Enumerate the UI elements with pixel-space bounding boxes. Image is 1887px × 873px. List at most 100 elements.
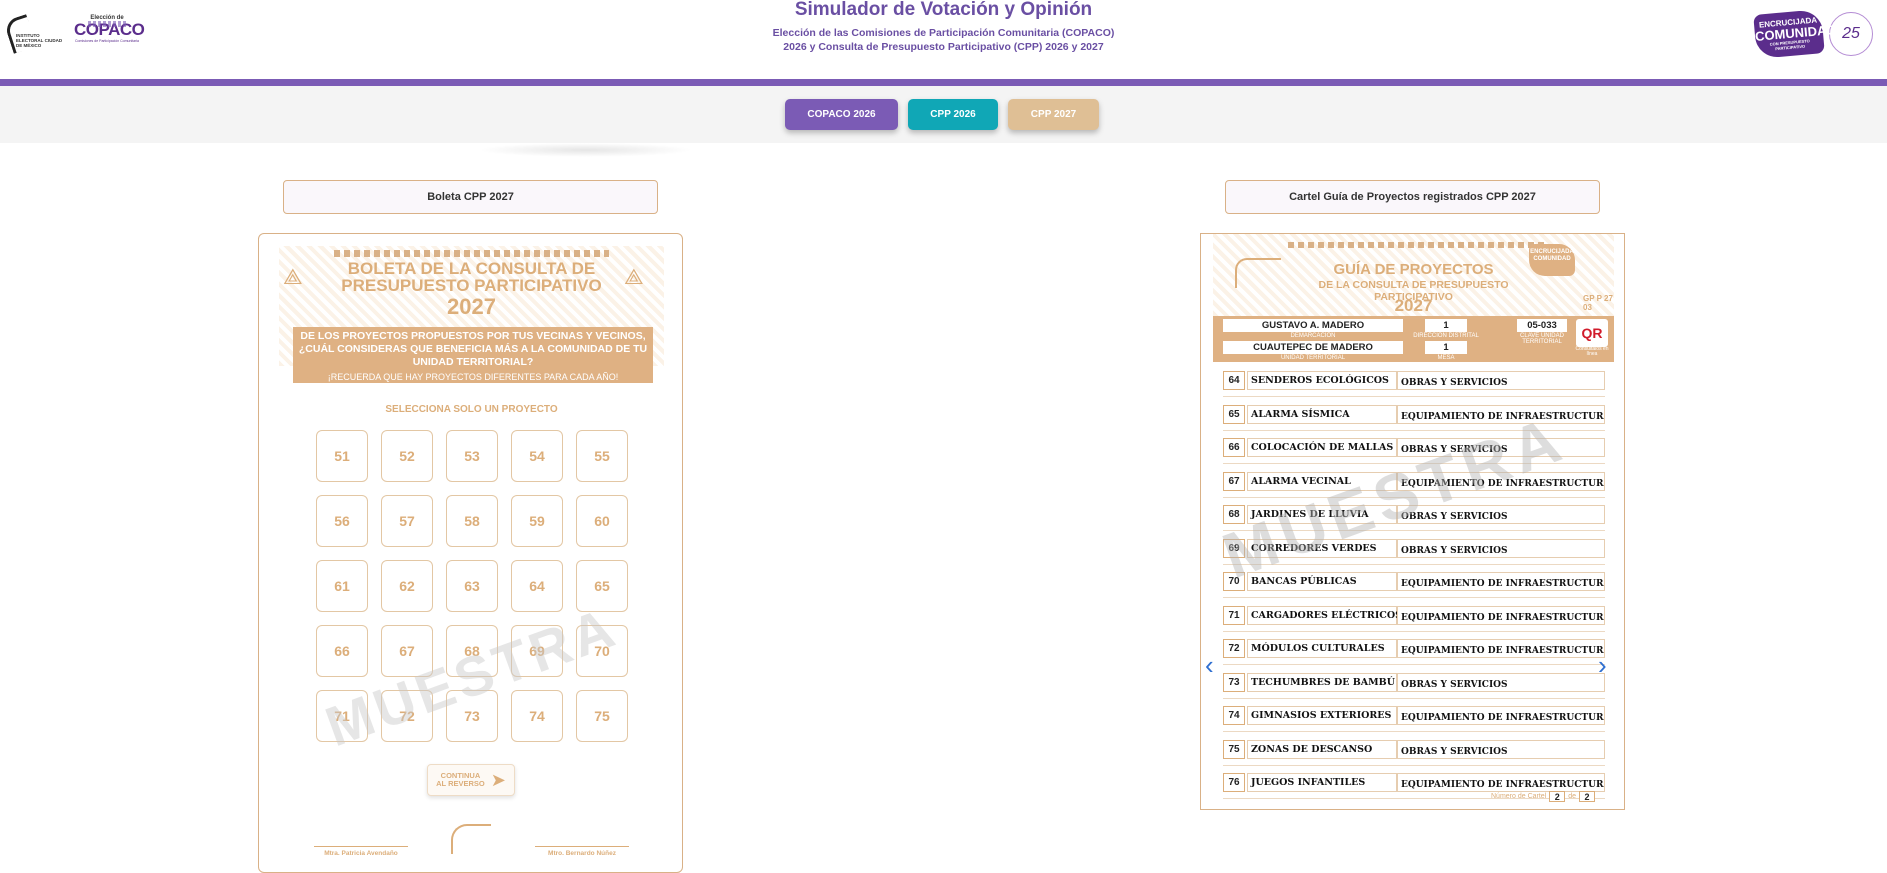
ballot-option-57[interactable]: 57 — [381, 495, 433, 547]
project-category: OBRAS Y SERVICIOS — [1397, 438, 1605, 457]
project-number: 64 — [1223, 371, 1245, 390]
signature-left: Mtra. Patricia Avendaño — [314, 846, 408, 857]
project-row: 73 TECHUMBRES DE BAMBÚ OBRAS Y SERVICIOS — [1221, 669, 1609, 703]
guide-location-info: GUSTAVO A. MADERO DEMARCACIÓN CUAUTEPEC … — [1213, 316, 1614, 362]
ballot-option-56[interactable]: 56 — [316, 495, 368, 547]
ballot-option-68[interactable]: 68 — [446, 625, 498, 677]
project-category: EQUIPAMIENTO DE INFRAESTRUCTURA — [1397, 404, 1605, 424]
row-divider — [1223, 764, 1605, 766]
project-row: 67 ALARMA VECINAL EQUIPAMIENTO DE INFRAEST… — [1221, 468, 1609, 502]
clave-label: CLAVE UNIDAD TERRITORIAL — [1520, 333, 1564, 345]
ballot-reminder: ¡RECUERDA QUE HAY PROYECTOS DIFERENTES P… — [327, 372, 619, 382]
project-name: CARGADORES ELÉCTRICOS — [1247, 605, 1402, 625]
tab-bar: COPACO 2026 CPP 2026 CPP 2027 — [0, 86, 1887, 143]
ballot-option-65[interactable]: 65 — [576, 560, 628, 612]
ballot-options-grid: 51 52 53 54 55 56 57 58 59 60 61 62 63 6… — [316, 430, 628, 742]
tab-cpp-2026[interactable]: CPP 2026 — [908, 99, 998, 130]
ballot-option-69[interactable]: 69 — [511, 625, 563, 677]
project-name: SENDEROS ECOLÓGICOS — [1247, 371, 1397, 390]
guide-header: ENCRUCIJADA COMUNIDAD GUÍA DE PROYECTOS … — [1213, 234, 1614, 316]
project-category: EQUIPAMIENTO DE INFRAESTRUCTURA — [1397, 572, 1605, 591]
mesa-value: 1 — [1425, 341, 1467, 354]
row-divider — [1223, 396, 1605, 397]
row-divider — [1223, 664, 1605, 665]
ballot-option-52[interactable]: 52 — [381, 430, 433, 482]
project-number: 75 — [1223, 739, 1245, 759]
project-row: 64 SENDEROS ECOLÓGICOS OBRAS Y SERVICIOS — [1221, 367, 1609, 401]
qr-label: Consúltalos en línea — [1575, 346, 1609, 357]
guide-code-line2: 03 — [1583, 303, 1592, 312]
ballot-option-72[interactable]: 72 — [381, 690, 433, 742]
project-row: 71 CARGADORES ELÉCTRICOS EQUIPAMIENTO DE I… — [1221, 602, 1609, 636]
ballot-option-64[interactable]: 64 — [511, 560, 563, 612]
project-name: COLOCACIÓN DE MALLAS — [1247, 438, 1397, 457]
chevron-left-icon[interactable]: ‹ — [1205, 652, 1214, 678]
project-number: 70 — [1223, 572, 1245, 591]
project-name: ZONAS DE DESCANSO — [1247, 739, 1397, 759]
page-title: Simulador de Votación y Opinión — [794, 0, 1093, 20]
ballot-option-66[interactable]: 66 — [316, 625, 368, 677]
ballot-option-71[interactable]: 71 — [316, 690, 368, 742]
ballot-option-62[interactable]: 62 — [381, 560, 433, 612]
project-number: 71 — [1223, 605, 1245, 625]
ballot-title-line1: BOLETA DE LA CONSULTA DE — [347, 259, 596, 278]
ballot-option-55[interactable]: 55 — [576, 430, 628, 482]
ballot-option-61[interactable]: 61 — [316, 560, 368, 612]
continue-reverse-button[interactable]: CONTINUA AL REVERSO ➤ — [427, 764, 515, 796]
project-row: 70 BANCAS PÚBLICAS EQUIPAMIENTO DE INFRAES… — [1221, 568, 1609, 602]
ballot-option-67[interactable]: 67 — [381, 625, 433, 677]
qr-icon[interactable]: QR — [1576, 319, 1608, 347]
project-row: 66 COLOCACIÓN DE MALLAS OBRAS Y SERVICIOS — [1221, 434, 1609, 468]
project-number: 65 — [1223, 404, 1245, 424]
ballot-option-74[interactable]: 74 — [511, 690, 563, 742]
ballot-title-line2: PRESUPUESTO PARTICIPATIVO — [341, 276, 602, 295]
ballot-option-75[interactable]: 75 — [576, 690, 628, 742]
poster-number-label: Número de Cartel — [1491, 793, 1547, 800]
project-category: OBRAS Y SERVICIOS — [1397, 739, 1605, 759]
ballot-iecm-logo-icon — [451, 824, 491, 854]
project-category: OBRAS Y SERVICIOS — [1397, 371, 1605, 390]
encrucijada-logo: ENCRUCIJADA COMUNIDAD CON PRESUPUESTO PA… — [1753, 9, 1836, 59]
project-number: 74 — [1223, 706, 1245, 725]
ballot-option-58[interactable]: 58 — [446, 495, 498, 547]
guide-footer: Número de Cartel 2 de 2 — [1491, 791, 1596, 802]
project-category: EQUIPAMIENTO DE INFRAESTRUCTURA — [1397, 605, 1605, 625]
ballot-option-54[interactable]: 54 — [511, 430, 563, 482]
greca-pattern-icon — [1288, 242, 1548, 248]
ballot-option-51[interactable]: 51 — [316, 430, 368, 482]
project-number: 66 — [1223, 438, 1245, 457]
row-divider — [1223, 530, 1605, 531]
guide-card: ENCRUCIJADA COMUNIDAD GUÍA DE PROYECTOS … — [1200, 233, 1625, 810]
continue-line2: AL REVERSO — [436, 779, 485, 788]
tab-cpp-2027[interactable]: CPP 2027 — [1008, 99, 1099, 130]
clave-value: 05-033 — [1517, 319, 1567, 332]
row-divider — [1223, 630, 1605, 632]
mesa-label: MESA — [1437, 355, 1455, 361]
page-subtitle: Elección de las Comisiones de Participac… — [0, 26, 1887, 54]
ballot-option-60[interactable]: 60 — [576, 495, 628, 547]
project-category: OBRAS Y SERVICIOS — [1397, 538, 1605, 558]
poster-page-of: de — [1568, 793, 1577, 800]
tab-copaco-2026[interactable]: COPACO 2026 — [785, 99, 898, 130]
guide-subtitle-line1: DE LA CONSULTA DE PRESUPUESTO — [1318, 279, 1509, 291]
header: INSTITUTO ELECTORAL CIUDAD DE MÉXICO Ele… — [0, 0, 1887, 79]
demarcacion-value: GUSTAVO A. MADERO — [1223, 319, 1403, 332]
ballot-option-70[interactable]: 70 — [576, 625, 628, 677]
project-name: GIMNASIOS EXTERIORES — [1247, 706, 1397, 725]
row-divider — [1223, 429, 1605, 431]
subtitle-line-2: 2026 y Consulta de Presupuesto Participa… — [783, 41, 1104, 53]
ballot-option-53[interactable]: 53 — [446, 430, 498, 482]
project-row: 75 ZONAS DE DESCANSO OBRAS Y SERVICIOS — [1221, 736, 1609, 770]
demarcacion-label: DEMARCACIÓN — [1290, 333, 1336, 339]
distrito-label: DIRECCIÓN DISTRITAL — [1413, 333, 1479, 339]
ballot-option-59[interactable]: 59 — [511, 495, 563, 547]
chevron-right-icon[interactable]: › — [1598, 652, 1607, 678]
ballot-option-73[interactable]: 73 — [446, 690, 498, 742]
project-category: EQUIPAMIENTO DE INFRAESTRUCTURA — [1397, 639, 1605, 658]
poster-page-total: 2 — [1579, 791, 1596, 802]
continue-text: CONTINUA AL REVERSO — [436, 772, 485, 788]
ballot-option-63[interactable]: 63 — [446, 560, 498, 612]
header-accent-bar — [0, 79, 1887, 86]
unidad-label: UNIDAD TERRITORIAL — [1280, 355, 1346, 361]
row-divider — [1223, 697, 1605, 699]
